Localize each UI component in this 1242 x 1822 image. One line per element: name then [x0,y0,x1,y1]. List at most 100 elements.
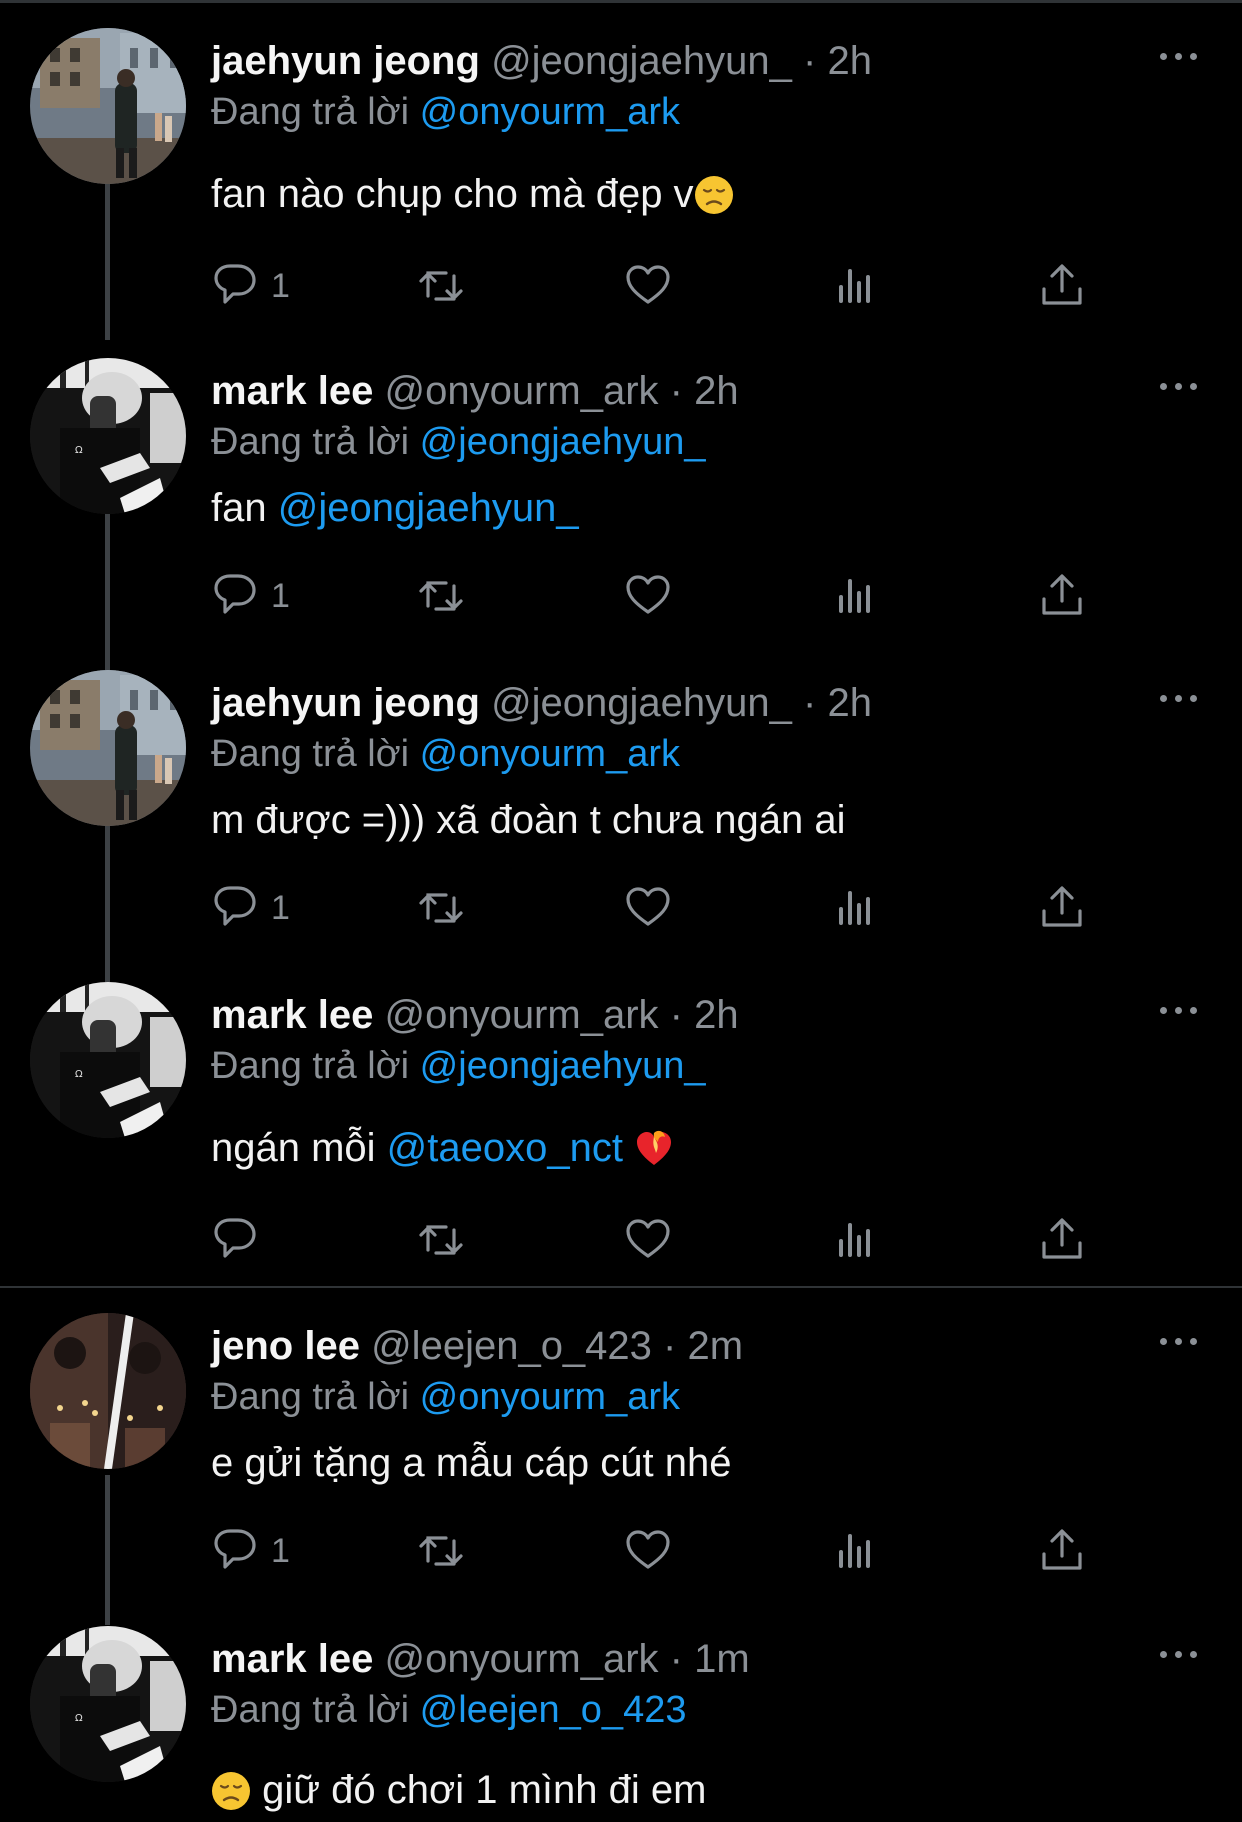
share-icon [1042,1529,1082,1570]
heart-on-fire-emoji [637,1130,672,1165]
display-name[interactable]: jeno lee [211,1324,360,1368]
user-handle[interactable]: @jeongjaehyun_ [491,39,792,83]
display-name[interactable]: jaehyun jeong [211,681,480,725]
reply-button[interactable]: 1 [211,566,290,626]
reply-button[interactable]: 1 [211,1521,290,1581]
avatar[interactable] [30,1626,186,1782]
user-handle[interactable]: @onyourm_ark [384,369,658,413]
more-icon[interactable] [1160,378,1200,394]
reply-count: 1 [271,888,290,927]
tweet[interactable]: mark lee @onyourm_ark · 2h Đang trả lời … [0,982,1242,1294]
views-button[interactable] [831,566,881,626]
retweet-button[interactable] [416,256,466,316]
share-button[interactable] [1037,878,1087,938]
share-icon [1042,1218,1082,1259]
views-button[interactable] [831,878,881,938]
like-icon [626,575,670,614]
timestamp[interactable]: 2h [694,369,739,413]
replying-to: Đang trả lời @onyourm_ark [211,1373,680,1421]
tweet-header: jaehyun jeong @jeongjaehyun_ · 2h [211,36,872,86]
reply-prefix: Đang trả lời [211,421,410,463]
retweet-button[interactable] [416,1521,466,1581]
reply-mention-link[interactable]: @leejen_o_423 [420,1689,687,1731]
like-icon [626,1530,670,1569]
reply-icon [214,886,256,926]
like-button[interactable] [623,566,673,626]
action-bar [211,1210,1111,1270]
disappointed-face-emoji [211,1771,251,1811]
share-button[interactable] [1037,1521,1087,1581]
tweet[interactable]: jaehyun jeong @jeongjaehyun_ · 2h Đang t… [0,670,1242,982]
timestamp[interactable]: 1m [694,1637,750,1681]
timestamp[interactable]: 2m [688,1324,744,1368]
reply-mention-link[interactable]: @onyourm_ark [420,733,680,775]
share-button[interactable] [1037,1210,1087,1270]
user-handle[interactable]: @leejen_o_423 [371,1324,652,1368]
action-bar: 1 [211,566,1111,626]
retweet-button[interactable] [416,878,466,938]
timestamp[interactable]: 2h [827,39,872,83]
more-icon[interactable] [1160,1333,1200,1349]
share-button[interactable] [1037,566,1087,626]
avatar[interactable] [30,1313,186,1469]
tweet[interactable]: jeno lee @leejen_o_423 · 2m Đang trả lời… [0,1313,1242,1625]
tweet[interactable]: jaehyun jeong @jeongjaehyun_ · 2h Đang t… [0,28,1242,340]
text-mention-link[interactable]: @jeongjaehyun_ [278,486,579,530]
more-icon[interactable] [1160,1646,1200,1662]
tweet-text: fan nào chụp cho mà đẹp v [211,168,734,220]
more-icon[interactable] [1160,48,1200,64]
reply-button[interactable]: 1 [211,256,290,316]
tweet-text-body: giữ đó chơi 1 mình đi em [251,1768,707,1812]
tweet-text: giữ đó chơi 1 mình đi em [211,1764,706,1816]
like-button[interactable] [623,1210,673,1270]
views-icon [839,1534,870,1568]
user-handle[interactable]: @onyourm_ark [384,993,658,1037]
reply-button[interactable] [211,1210,271,1270]
tweet-text-body: ngán mỗi [211,1126,387,1170]
separator-dot: · [669,1637,683,1681]
views-button[interactable] [831,1521,881,1581]
more-icon[interactable] [1160,690,1200,706]
like-button[interactable] [623,1521,673,1581]
avatar[interactable] [30,670,186,826]
retweet-button[interactable] [416,1210,466,1270]
display-name[interactable]: mark lee [211,369,373,413]
reply-prefix: Đang trả lời [211,1376,410,1418]
text-mention-link[interactable]: @taeoxo_nct [387,1126,623,1170]
reply-mention-link[interactable]: @onyourm_ark [420,91,680,133]
share-icon [1042,264,1082,305]
separator-dot: · [669,369,683,413]
display-name[interactable]: mark lee [211,1637,373,1681]
share-button[interactable] [1037,256,1087,316]
tweet-text-body: e gửi tặng a mẫu cáp cút nhé [211,1441,732,1485]
timestamp[interactable]: 2h [694,993,739,1037]
views-button[interactable] [831,256,881,316]
tweet-text-tail [623,1126,634,1170]
tweet-text: ngán mỗi @taeoxo_nct [211,1122,674,1174]
tweet[interactable]: mark lee @onyourm_ark · 1m Đang trả lời … [0,1626,1242,1822]
avatar[interactable] [30,358,186,514]
tweet-header: jeno lee @leejen_o_423 · 2m [211,1321,743,1371]
avatar[interactable] [30,982,186,1138]
reply-mention-link[interactable]: @jeongjaehyun_ [420,1045,706,1087]
reply-icon [214,264,256,304]
reply-mention-link[interactable]: @onyourm_ark [420,1376,680,1418]
display-name[interactable]: mark lee [211,993,373,1037]
like-icon [626,887,670,926]
user-handle[interactable]: @jeongjaehyun_ [491,681,792,725]
action-bar: 1 [211,878,1111,938]
share-icon [1042,886,1082,927]
display-name[interactable]: jaehyun jeong [211,39,480,83]
views-button[interactable] [831,1210,881,1270]
reply-mention-link[interactable]: @jeongjaehyun_ [420,421,706,463]
avatar[interactable] [30,28,186,184]
like-button[interactable] [623,878,673,938]
user-handle[interactable]: @onyourm_ark [384,1637,658,1681]
more-icon[interactable] [1160,1002,1200,1018]
tweet[interactable]: mark lee @onyourm_ark · 2h Đang trả lời … [0,358,1242,670]
reply-button[interactable]: 1 [211,878,290,938]
like-button[interactable] [623,256,673,316]
retweet-icon [419,1225,463,1255]
timestamp[interactable]: 2h [827,681,872,725]
retweet-button[interactable] [416,566,466,626]
